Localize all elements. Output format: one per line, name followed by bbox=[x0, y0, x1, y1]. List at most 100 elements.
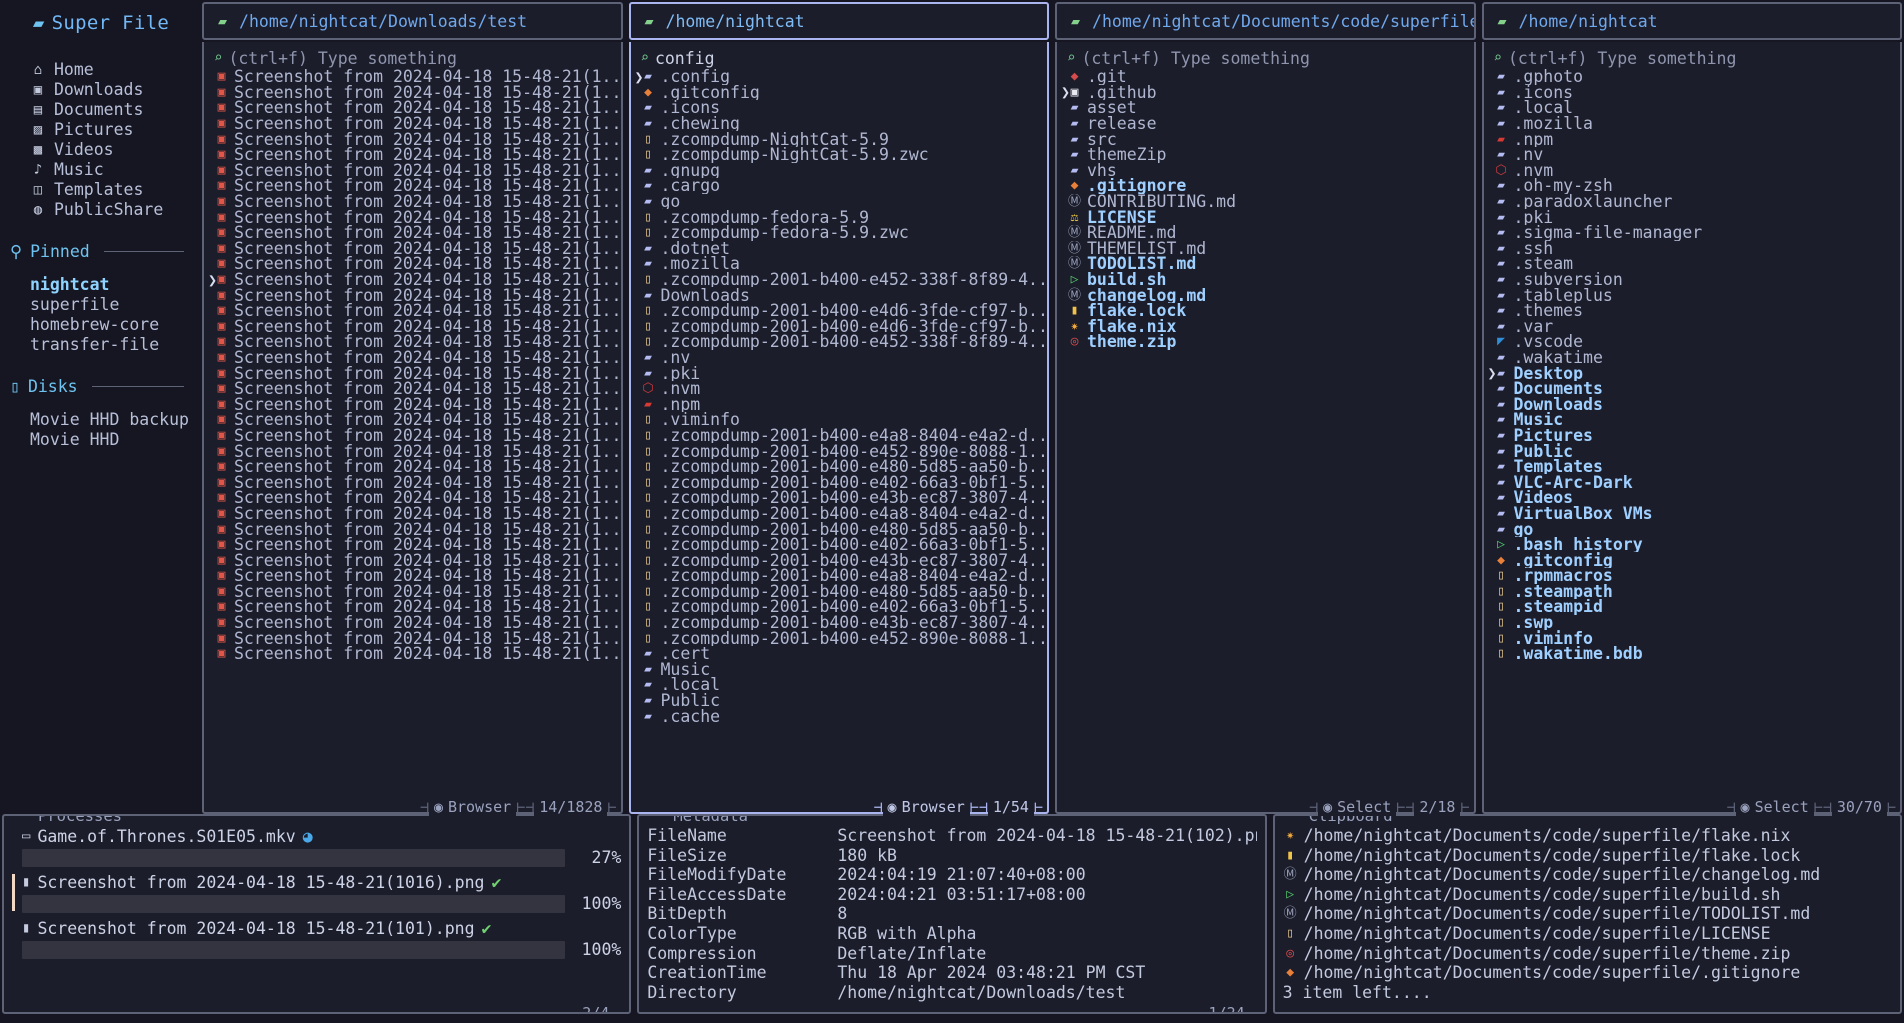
panel-file-list[interactable]: ⌕config❯▰.config◆.gitconfig▰.icons▰.chew… bbox=[629, 42, 1050, 814]
file-list-item[interactable]: ◆.gitconfig bbox=[1484, 552, 1901, 568]
clipboard-item[interactable]: ▮/home/nightcat/Documents/code/superfile… bbox=[1283, 846, 1892, 866]
file-list-item[interactable]: ▰.subversion bbox=[1484, 272, 1901, 288]
disk-item[interactable]: Movie HHD backup bbox=[0, 410, 202, 430]
file-list-item[interactable]: ⓂREADME.md bbox=[1057, 225, 1474, 241]
file-list-item[interactable]: ▰.local bbox=[631, 677, 1048, 693]
panel-mode[interactable]: ◉Browser bbox=[883, 799, 970, 816]
file-list-item[interactable]: ▯.zcompdump-2001-b400-e4a8-8404-e4a2-d..… bbox=[631, 428, 1048, 444]
file-list-item[interactable]: ▯.rpmmacros bbox=[1484, 568, 1901, 584]
file-list-item[interactable]: ▣Screenshot from 2024-04-18 15-48-21(1..… bbox=[204, 225, 621, 241]
file-list-item[interactable]: ▣Screenshot from 2024-04-18 15-48-21(1..… bbox=[204, 131, 621, 147]
panel-file-list[interactable]: ⌕(ctrl+f) Type something▣Screenshot from… bbox=[202, 42, 623, 814]
file-list-item[interactable]: ▯.zcompdump-2001-b400-e480-5d85-aa50-b..… bbox=[631, 521, 1048, 537]
file-list-item[interactable]: ▯.swp bbox=[1484, 615, 1901, 631]
pinned-item-superfile[interactable]: superfile bbox=[0, 295, 202, 315]
file-list-item[interactable]: ▣Screenshot from 2024-04-18 15-48-21(1..… bbox=[204, 163, 621, 179]
file-list-item[interactable]: ▰VirtualBox VMs bbox=[1484, 506, 1901, 522]
file-list-item[interactable]: ▯.zcompdump-2001-b400-e402-66a3-0bf1-5..… bbox=[631, 474, 1048, 490]
clipboard-item[interactable]: ▯/home/nightcat/Documents/code/superfile… bbox=[1283, 924, 1892, 944]
file-list-item[interactable]: ▣Screenshot from 2024-04-18 15-48-21(1..… bbox=[204, 615, 621, 631]
sidebar-item-home[interactable]: ⌂Home bbox=[0, 60, 202, 80]
file-list-item[interactable]: ▰Downloads bbox=[631, 287, 1048, 303]
file-list-item[interactable]: ▣Screenshot from 2024-04-18 15-48-21(1..… bbox=[204, 116, 621, 132]
sidebar-item-templates[interactable]: ◫Templates bbox=[0, 180, 202, 200]
file-list-item[interactable]: ⓂCONTRIBUTING.md bbox=[1057, 194, 1474, 210]
file-list-item[interactable]: ▯.zcompdump-2001-b400-e452-890e-8088-1..… bbox=[631, 443, 1048, 459]
file-list-item[interactable]: ◆.gitconfig bbox=[631, 85, 1048, 101]
file-list-item[interactable]: ▰.wakatime bbox=[1484, 350, 1901, 366]
sidebar-item-videos[interactable]: ▩Videos bbox=[0, 140, 202, 160]
file-list-item[interactable]: ▰.tableplus bbox=[1484, 287, 1901, 303]
file-list-item[interactable]: ▯.wakatime.bdb bbox=[1484, 646, 1901, 662]
panel-mode[interactable]: ◉Select bbox=[1318, 799, 1396, 816]
file-list-item[interactable]: ▣Screenshot from 2024-04-18 15-48-21(1..… bbox=[204, 584, 621, 600]
file-list-item[interactable]: ▰asset bbox=[1057, 100, 1474, 116]
file-list-item[interactable]: ▣Screenshot from 2024-04-18 15-48-21(1..… bbox=[204, 459, 621, 475]
file-list-item[interactable]: ▰.local bbox=[1484, 100, 1901, 116]
clipboard-item[interactable]: Ⓜ/home/nightcat/Documents/code/superfile… bbox=[1283, 904, 1892, 924]
file-list-item[interactable]: ▰Videos bbox=[1484, 490, 1901, 506]
file-list-item[interactable]: ▷.bash_history bbox=[1484, 537, 1901, 553]
panel-path-bar[interactable]: ▰/home/nightcat bbox=[629, 2, 1050, 40]
file-list-item[interactable]: ▰.sigma-file-manager bbox=[1484, 225, 1901, 241]
file-list-item[interactable]: ▰Public bbox=[1484, 443, 1901, 459]
file-list-item[interactable]: ⓂTODOLIST.md bbox=[1057, 256, 1474, 272]
file-list-item[interactable]: ▰vhs bbox=[1057, 163, 1474, 179]
file-list-item[interactable]: ▰.dotnet bbox=[631, 241, 1048, 257]
file-list-item[interactable]: ▰.npm bbox=[1484, 131, 1901, 147]
file-list-item[interactable]: ▣Screenshot from 2024-04-18 15-48-21(1..… bbox=[204, 69, 621, 85]
file-list-item[interactable]: ▯.zcompdump-2001-b400-e452-338f-8f89-4..… bbox=[631, 272, 1048, 288]
file-list-item[interactable]: ⬡.nvm bbox=[1484, 163, 1901, 179]
file-list-item[interactable]: ▯.steampath bbox=[1484, 584, 1901, 600]
file-list-item[interactable]: ▣Screenshot from 2024-04-18 15-48-21(1..… bbox=[204, 85, 621, 101]
file-list-item[interactable]: ▣Screenshot from 2024-04-18 15-48-21(1..… bbox=[204, 350, 621, 366]
file-list-item[interactable]: ◆.git bbox=[1057, 69, 1474, 85]
file-list-item[interactable]: ▯.zcompdump-2001-b400-e4a8-8404-e4a2-d..… bbox=[631, 506, 1048, 522]
file-list-item[interactable]: ▣Screenshot from 2024-04-18 15-48-21(1..… bbox=[204, 365, 621, 381]
file-list-item[interactable]: ▰.oh-my-zsh bbox=[1484, 178, 1901, 194]
search-input[interactable]: ⌕(ctrl+f) Type something bbox=[204, 48, 621, 68]
file-list-item[interactable]: ▣Screenshot from 2024-04-18 15-48-21(1..… bbox=[204, 209, 621, 225]
file-panel-1[interactable]: ▰/home/nightcat/Downloads/test⌕(ctrl+f) … bbox=[202, 2, 623, 814]
file-list-item[interactable]: ▰Templates bbox=[1484, 459, 1901, 475]
file-list-item[interactable]: ▰go bbox=[631, 194, 1048, 210]
file-list-item[interactable]: ▣Screenshot from 2024-04-18 15-48-21(1..… bbox=[204, 552, 621, 568]
file-list-item[interactable]: ❯▣.github bbox=[1057, 85, 1474, 101]
sidebar-item-documents[interactable]: ▤Documents bbox=[0, 100, 202, 120]
file-list-item[interactable]: ▯.zcompdump-2001-b400-e402-66a3-0bf1-5..… bbox=[631, 537, 1048, 553]
file-list-item[interactable]: ▰.npm bbox=[631, 396, 1048, 412]
process-item[interactable]: ▮Screenshot from 2024-04-18 15-48-21(101… bbox=[12, 872, 621, 913]
file-list-item[interactable]: ▰.gnupg bbox=[631, 163, 1048, 179]
panel-path-bar[interactable]: ▰/home/nightcat/Documents/code/superfile bbox=[1055, 2, 1476, 40]
file-list-item[interactable]: ▣Screenshot from 2024-04-18 15-48-21(1..… bbox=[204, 428, 621, 444]
search-input[interactable]: ⌕(ctrl+f) Type something bbox=[1484, 48, 1901, 68]
file-list-item[interactable]: ▰.nv bbox=[1484, 147, 1901, 163]
file-list-item[interactable]: ▰.nv bbox=[631, 350, 1048, 366]
file-list-item[interactable]: ▯.zcompdump-fedora-5.9.zwc bbox=[631, 225, 1048, 241]
file-list-item[interactable]: ▯.zcompdump-2001-b400-e480-5d85-aa50-b..… bbox=[631, 459, 1048, 475]
file-list-item[interactable]: ▰Pictures bbox=[1484, 428, 1901, 444]
file-list-item[interactable]: ▣Screenshot from 2024-04-18 15-48-21(1..… bbox=[204, 443, 621, 459]
file-list-item[interactable]: ▣Screenshot from 2024-04-18 15-48-21(1..… bbox=[204, 287, 621, 303]
search-input[interactable]: ⌕config bbox=[631, 48, 1048, 68]
file-list-item[interactable]: ▰.chewing bbox=[631, 116, 1048, 132]
file-list-item[interactable]: ▷build.sh bbox=[1057, 272, 1474, 288]
file-list-item[interactable]: ▣Screenshot from 2024-04-18 15-48-21(1..… bbox=[204, 568, 621, 584]
clipboard-item[interactable]: ▷/home/nightcat/Documents/code/superfile… bbox=[1283, 885, 1892, 905]
file-list-item[interactable]: ▣Screenshot from 2024-04-18 15-48-21(1..… bbox=[204, 474, 621, 490]
file-list-item[interactable]: ▰.pki bbox=[631, 365, 1048, 381]
file-list-item[interactable]: ▰.ssh bbox=[1484, 241, 1901, 257]
file-list-item[interactable]: ▣Screenshot from 2024-04-18 15-48-21(1..… bbox=[204, 396, 621, 412]
file-list-item[interactable]: ▯.steampid bbox=[1484, 599, 1901, 615]
file-list-item[interactable]: ▯.viminfo bbox=[1484, 630, 1901, 646]
clipboard-item[interactable]: ◆/home/nightcat/Documents/code/superfile… bbox=[1283, 963, 1892, 983]
file-panel-2[interactable]: ▰/home/nightcat⌕config❯▰.config◆.gitconf… bbox=[629, 2, 1050, 814]
process-item[interactable]: ▭Game.of.Thrones.S01E05.mkv◕27% bbox=[12, 826, 621, 867]
file-list-item[interactable]: ▣Screenshot from 2024-04-18 15-48-21(1..… bbox=[204, 521, 621, 537]
file-list-item[interactable]: ▣Screenshot from 2024-04-18 15-48-21(1..… bbox=[204, 490, 621, 506]
file-list-item[interactable]: ▣Screenshot from 2024-04-18 15-48-21(1..… bbox=[204, 412, 621, 428]
file-list-item[interactable]: ▰.mozilla bbox=[1484, 116, 1901, 132]
file-list-item[interactable]: ▰src bbox=[1057, 131, 1474, 147]
file-list-item[interactable]: ▰.cert bbox=[631, 646, 1048, 662]
file-panel-4[interactable]: ▰/home/nightcat⌕(ctrl+f) Type something▰… bbox=[1482, 2, 1903, 814]
